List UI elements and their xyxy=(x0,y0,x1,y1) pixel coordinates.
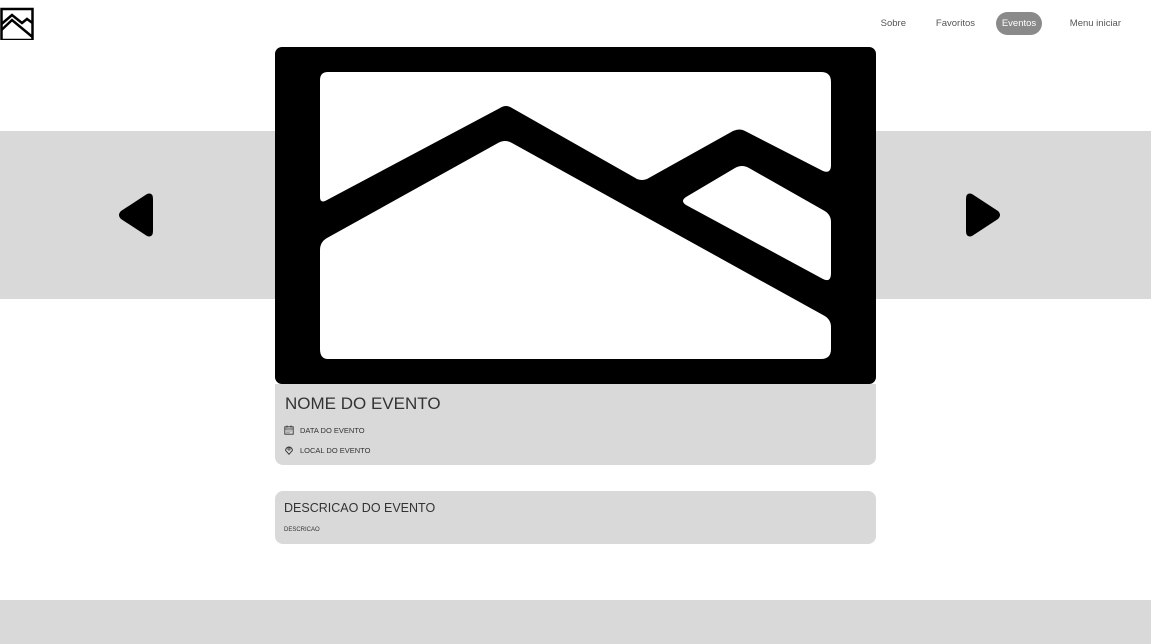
calendar-icon xyxy=(284,425,294,435)
image-placeholder-icon xyxy=(275,47,876,384)
footer xyxy=(0,600,1151,644)
arrow-right-icon[interactable] xyxy=(966,191,1002,239)
nav-link-eventos[interactable]: Eventos xyxy=(996,12,1042,35)
event-description-card: DESCRICAO DO EVENTO DESCRICAO xyxy=(275,491,876,544)
location-pin-icon xyxy=(285,446,293,455)
image-placeholder-icon[interactable] xyxy=(0,6,34,40)
nav-link-sobre[interactable]: Sobre xyxy=(881,12,906,35)
event-date-row: DATA DO EVENTO xyxy=(284,425,365,435)
event-location: LOCAL DO EVENTO xyxy=(300,445,371,455)
event-info-card: NOME DO EVENTO DATA DO EVENTO LOCAL DO E… xyxy=(275,384,876,465)
nav-link-menu-iniciar[interactable]: Menu iniciar xyxy=(1070,12,1121,35)
event-date: DATA DO EVENTO xyxy=(300,425,365,435)
event-location-row: LOCAL DO EVENTO xyxy=(284,445,370,455)
description-body: DESCRICAO xyxy=(284,527,320,533)
nav-link-favoritos[interactable]: Favoritos xyxy=(936,12,975,35)
event-name: NOME DO EVENTO xyxy=(285,394,441,413)
description-title: DESCRICAO DO EVENTO xyxy=(284,501,436,515)
arrow-left-icon[interactable] xyxy=(117,191,153,239)
